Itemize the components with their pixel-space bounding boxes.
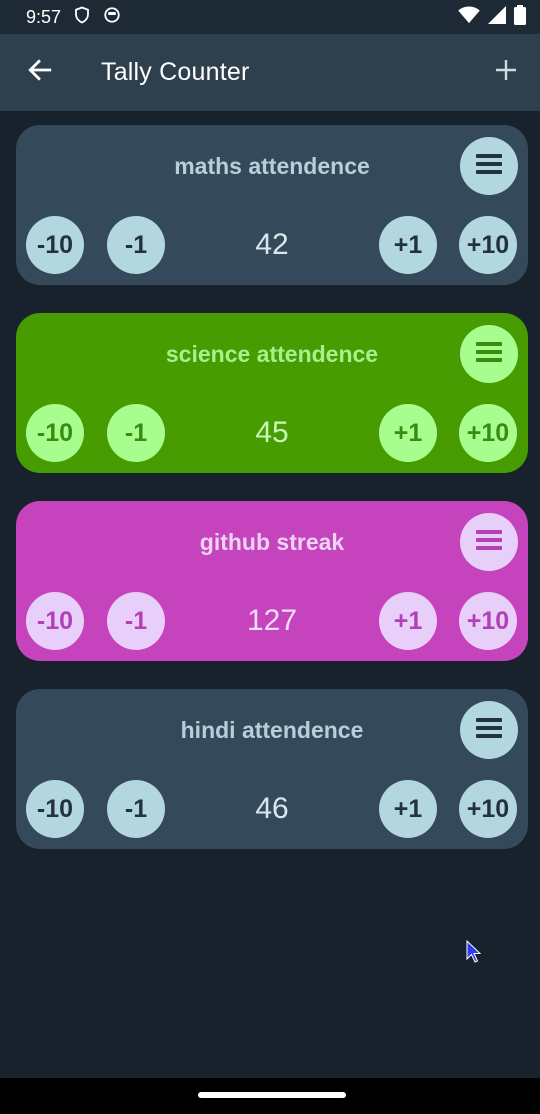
- menu-icon: [476, 529, 502, 556]
- minus-10-button[interactable]: -10: [26, 780, 84, 838]
- counter-name: github streak: [199, 529, 345, 555]
- minus-1-button[interactable]: -1: [107, 216, 165, 274]
- minus-10-button[interactable]: -10: [26, 216, 84, 274]
- plus-10-button[interactable]: +10: [459, 592, 517, 650]
- minus-1-button[interactable]: -1: [107, 592, 165, 650]
- counter-list: maths attendence -10 -1 42 +1 +10 scienc…: [16, 125, 528, 877]
- page-title: Tally Counter: [101, 58, 250, 86]
- counter-name: science attendence: [165, 341, 379, 367]
- counter-menu-button[interactable]: [460, 701, 518, 759]
- signal-icon: [488, 5, 506, 29]
- plus-1-button[interactable]: +1: [379, 780, 437, 838]
- shield-icon: [73, 6, 91, 29]
- plus-1-button[interactable]: +1: [379, 404, 437, 462]
- system-navigation-bar: [0, 1078, 540, 1114]
- battery-icon: [514, 4, 526, 30]
- minus-1-button[interactable]: -1: [107, 404, 165, 462]
- counter-menu-button[interactable]: [460, 513, 518, 571]
- plus-icon: [494, 58, 518, 87]
- counter-card: maths attendence -10 -1 42 +1 +10: [16, 125, 528, 285]
- counter-menu-button[interactable]: [460, 137, 518, 195]
- minus-1-button[interactable]: -1: [107, 780, 165, 838]
- plus-1-button[interactable]: +1: [379, 216, 437, 274]
- counter-card: science attendence -10 -1 45 +1 +10: [16, 313, 528, 473]
- plus-10-button[interactable]: +10: [459, 780, 517, 838]
- status-bar: 9:57: [0, 0, 540, 34]
- counter-value: 127: [246, 604, 298, 637]
- plus-1-button[interactable]: +1: [379, 592, 437, 650]
- wifi-icon: [458, 5, 480, 29]
- counter-card: github streak -10 -1 127 +1 +10: [16, 501, 528, 661]
- menu-icon: [476, 341, 502, 368]
- minus-10-button[interactable]: -10: [26, 592, 84, 650]
- counter-name: hindi attendence: [180, 717, 364, 743]
- minus-10-button[interactable]: -10: [26, 404, 84, 462]
- app-notification-icon: [103, 6, 121, 29]
- add-counter-button[interactable]: [486, 52, 526, 92]
- screen: 9:57 Tally Counter maths attendence -10 …: [0, 0, 540, 1114]
- back-button[interactable]: [20, 52, 60, 92]
- home-gesture-handle[interactable]: [198, 1092, 346, 1098]
- counter-card: hindi attendence -10 -1 46 +1 +10: [16, 689, 528, 849]
- mouse-cursor-icon: [466, 939, 482, 969]
- counter-value: 45: [255, 416, 289, 449]
- menu-icon: [476, 153, 502, 180]
- menu-icon: [476, 717, 502, 744]
- app-bar: Tally Counter: [0, 34, 540, 111]
- plus-10-button[interactable]: +10: [459, 404, 517, 462]
- counter-value: 42: [255, 228, 289, 261]
- counter-name: maths attendence: [174, 153, 370, 179]
- counter-value: 46: [255, 792, 289, 825]
- status-time: 9:57: [26, 6, 62, 27]
- plus-10-button[interactable]: +10: [459, 216, 517, 274]
- counter-menu-button[interactable]: [460, 325, 518, 383]
- arrow-left-icon: [27, 57, 53, 88]
